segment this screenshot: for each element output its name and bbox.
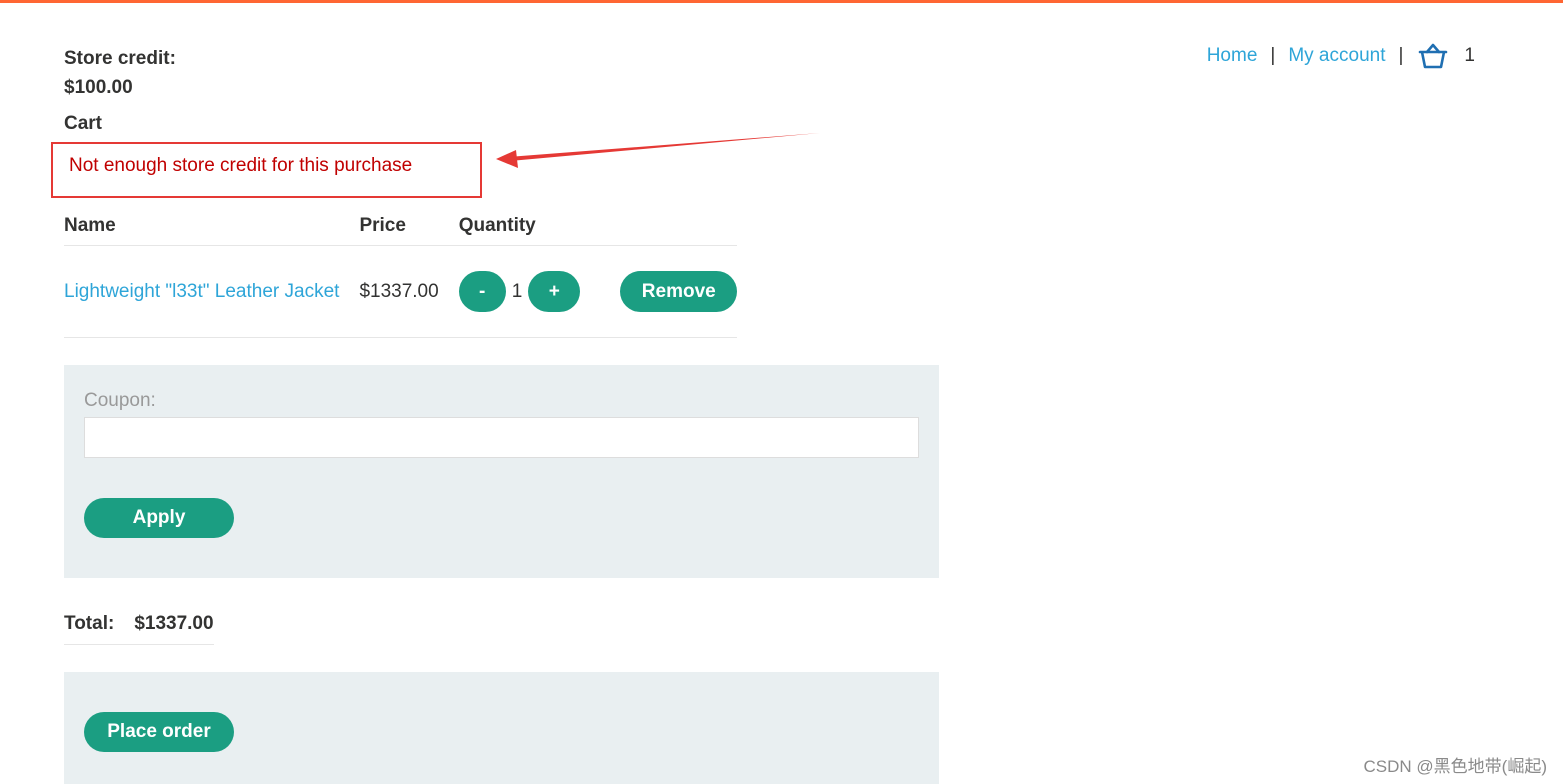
store-credit: Store credit: $100.00 — [64, 44, 176, 102]
decrease-quantity-button[interactable]: - — [458, 271, 506, 312]
cart-title: Cart — [64, 113, 103, 134]
store-credit-value: $100.00 — [64, 77, 133, 98]
coupon-input[interactable] — [84, 417, 919, 458]
nav-separator: | — [1398, 45, 1404, 66]
increase-quantity-button[interactable]: + — [528, 271, 581, 312]
store-credit-label: Store credit: — [64, 48, 176, 69]
apply-coupon-button[interactable]: Apply — [84, 498, 234, 538]
column-header-price: Price — [359, 206, 459, 246]
cart-table: Name Price Quantity Lightweight "l33t" L… — [64, 206, 738, 338]
product-link[interactable]: Lightweight "l33t" Leather Jacket — [64, 281, 339, 302]
total-table: Total: $1337.00 — [64, 604, 214, 645]
place-order-button[interactable]: Place order — [84, 712, 234, 752]
total-row: Total: $1337.00 — [64, 604, 214, 645]
table-row: Lightweight "l33t" Leather Jacket $1337.… — [64, 245, 738, 338]
cart-count: 1 — [1464, 45, 1475, 66]
watermark: CSDN @黑色地带(崛起) — [1363, 757, 1547, 776]
nav-my-account-link[interactable]: My account — [1288, 45, 1385, 67]
order-panel: Place order — [64, 672, 939, 784]
column-header-name: Name — [64, 206, 360, 246]
nav-home-link[interactable]: Home — [1207, 45, 1258, 67]
annotation-arrow — [496, 133, 820, 168]
nav-separator: | — [1270, 45, 1276, 66]
coupon-panel: Coupon: Apply — [64, 365, 939, 578]
coupon-label: Coupon: — [84, 390, 156, 411]
cart-table-header: Name Price Quantity — [64, 206, 738, 246]
error-message: Not enough store credit for this purchas… — [69, 155, 413, 176]
column-header-actions — [600, 206, 738, 246]
quantity-value: 1 — [511, 280, 523, 302]
quantity-stepper: - 1 + — [458, 271, 581, 312]
product-price: $1337.00 — [359, 245, 459, 338]
top-nav: Home | My account | 1 — [1207, 43, 1475, 69]
basket-icon[interactable] — [1418, 43, 1448, 69]
total-label: Total: — [64, 604, 135, 645]
remove-button[interactable]: Remove — [620, 271, 738, 312]
total-value: $1337.00 — [134, 604, 214, 645]
top-accent-bar — [0, 0, 1563, 3]
column-header-quantity: Quantity — [458, 206, 601, 246]
